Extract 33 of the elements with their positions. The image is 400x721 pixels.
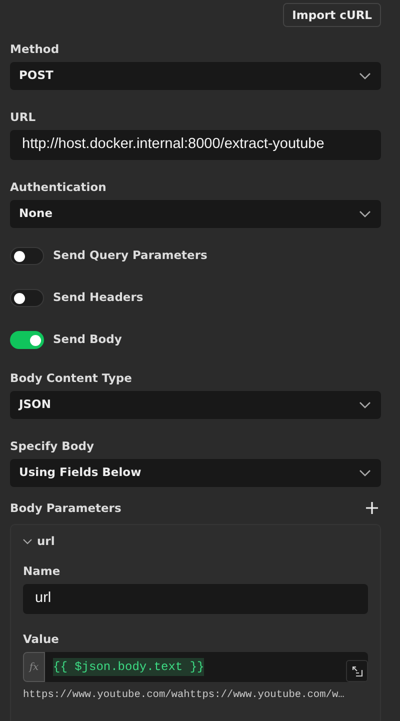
select-field[interactable]: JSON [10,391,381,419]
field-label: Body Content Type [10,371,133,385]
field-label: Value [23,632,60,646]
select-field[interactable]: None [10,200,381,228]
expand-icon [352,666,362,677]
expand-button[interactable] [346,660,368,682]
field-label: Specify Body [10,439,95,453]
field-label: Name [23,564,62,578]
input-field[interactable]: http://host.docker.internal:8000/extract-youtube [10,130,381,160]
parameter-header[interactable]: url [23,533,55,550]
toggle-switch[interactable] [10,331,44,349]
fx-label: fx [23,652,45,682]
toggle-label: Send Body [53,331,122,348]
expression-text: {{ $json.body.text }} [53,658,204,676]
field-label: URL [10,110,37,124]
chevron-down-icon [359,210,371,218]
select-field[interactable]: Using Fields Below [10,459,381,487]
select-field[interactable]: POST [10,62,381,90]
import-curl-button[interactable]: Import cURL [283,3,381,27]
preview-text: https://www.youtube.com/wahttps://www.youtube.com/w… [23,688,346,704]
chevron-down-icon [23,538,32,545]
chevron-down-icon [359,469,371,477]
toggle-switch[interactable] [10,247,44,265]
input-field[interactable]: url [23,584,368,614]
field-label: Method [10,42,60,56]
toggle-label: Send Headers [53,289,144,306]
add-icon[interactable] [366,502,378,514]
chevron-down-icon [359,401,371,409]
section-title: Body Parameters [10,501,122,515]
field-label: Authentication [10,180,108,194]
toggle-label: Send Query Parameters [53,247,208,264]
chevron-down-icon [359,72,371,80]
toggle-switch[interactable] [10,289,44,307]
